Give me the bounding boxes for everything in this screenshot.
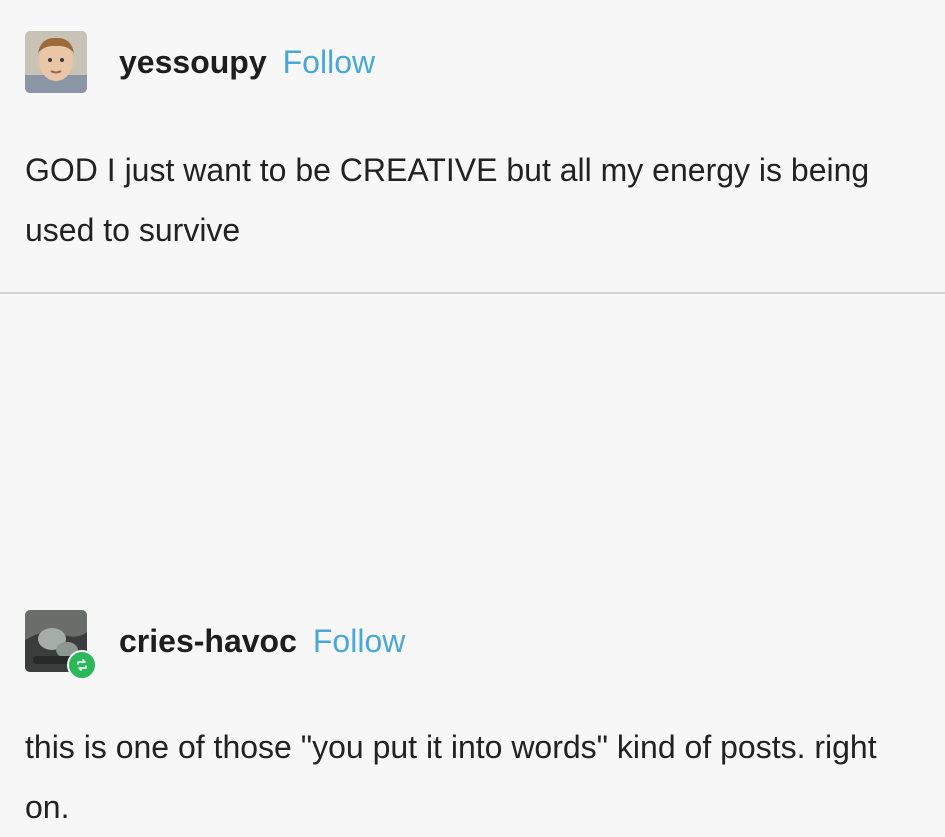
post-yessoupy: yessoupy Follow GOD I just want to be CR… <box>0 0 945 292</box>
avatar[interactable] <box>25 31 87 93</box>
username[interactable]: cries-havoc <box>119 623 297 660</box>
post-header: yessoupy Follow <box>25 31 375 93</box>
username[interactable]: yessoupy <box>119 44 267 81</box>
post-body: this is one of those "you put it into wo… <box>25 729 877 825</box>
child-portrait-icon <box>25 31 87 93</box>
post-body: GOD I just want to be CREATIVE but all m… <box>25 152 870 248</box>
follow-button[interactable]: Follow <box>313 623 405 660</box>
avatar[interactable] <box>25 610 97 680</box>
follow-button[interactable]: Follow <box>283 44 375 81</box>
post-header: cries-havoc Follow <box>25 610 405 680</box>
reblog-icon <box>67 650 97 680</box>
post-cries-havoc: cries-havoc Follow this is one of those … <box>0 292 945 825</box>
